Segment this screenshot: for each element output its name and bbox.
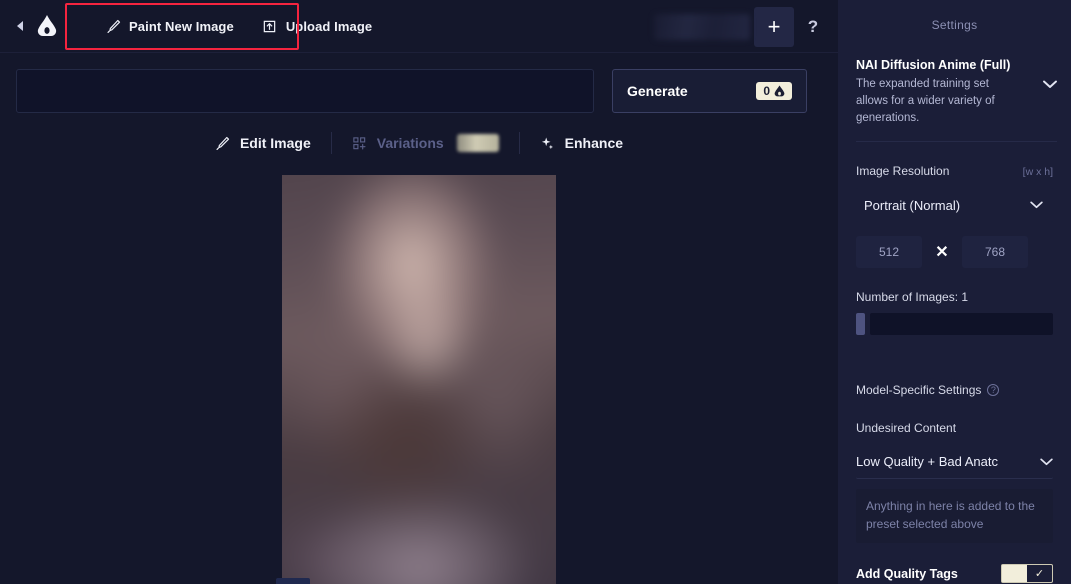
number-of-images-slider[interactable] (856, 313, 1053, 335)
model-specific-settings-header: Model-Specific Settings ? (856, 383, 1053, 397)
image-source-actions: Paint New Image Upload Image (84, 5, 393, 47)
tab-enhance[interactable]: Enhance (524, 126, 639, 160)
add-quality-tags-label: Add Quality Tags (856, 566, 958, 581)
undesired-content-label: Undesired Content (856, 421, 957, 435)
image-bottom-handle[interactable] (276, 578, 310, 584)
tab-divider-2 (518, 132, 520, 154)
obscured-account-pill (654, 13, 750, 40)
novelai-logo-icon (37, 15, 57, 37)
model-selector[interactable]: NAI Diffusion Anime (Full) The expanded … (856, 54, 1057, 142)
paint-new-image-label: Paint New Image (129, 18, 234, 34)
pencil-icon (215, 135, 231, 151)
novelai-logo-button[interactable] (32, 11, 62, 41)
undesired-content-textarea[interactable] (856, 489, 1053, 543)
undesired-content-preset-value: Low Quality + Bad Anatc (856, 454, 999, 469)
prompt-input[interactable] (16, 69, 594, 113)
width-input[interactable] (856, 236, 922, 268)
add-button[interactable]: + (754, 6, 794, 47)
anlas-count: 0 (763, 84, 770, 98)
toggle-knob: ✓ (1027, 565, 1052, 582)
chevron-left-icon (15, 20, 24, 32)
chevron-down-icon (1040, 457, 1053, 466)
image-tools-tabs: Edit Image Variations Enhance (0, 121, 838, 161)
slider-track[interactable] (870, 313, 1053, 335)
settings-panel-title: Settings (931, 18, 978, 32)
slider-handle[interactable] (856, 313, 865, 335)
model-description: The expanded training set allows for a w… (856, 78, 995, 124)
upload-icon (262, 18, 278, 34)
model-info: NAI Diffusion Anime (Full) The expanded … (856, 58, 1011, 127)
toggle-track-left (1002, 565, 1027, 582)
tab-variations-label: Variations (376, 135, 444, 151)
generate-button[interactable]: Generate 0 (612, 69, 807, 113)
upload-image-label: Upload Image (285, 18, 373, 34)
generate-label: Generate (627, 83, 688, 99)
anlas-cost-badge: 0 (756, 82, 792, 100)
info-icon[interactable]: ? (987, 384, 1000, 396)
upload-image-button[interactable]: Upload Image (251, 11, 383, 41)
number-of-images-label: Number of Images: 1 (856, 290, 969, 304)
resolution-preset-select[interactable]: Portrait (Normal) (856, 188, 1053, 222)
top-bar-right-actions: + ? (654, 0, 838, 53)
add-quality-tags-toggle[interactable]: ✓ (1001, 564, 1053, 583)
resolution-header: Image Resolution [w x h] (856, 164, 1053, 178)
add-quality-tags-row: Add Quality Tags ✓ (856, 564, 1053, 583)
grid-plus-icon (352, 135, 368, 151)
tab-divider-1 (330, 132, 332, 154)
image-canvas-area (0, 161, 838, 584)
resolution-preset-value: Portrait (Normal) (864, 197, 961, 213)
undesired-content-preset-select[interactable]: Low Quality + Bad Anatc (856, 445, 1053, 479)
tab-variations[interactable]: Variations (336, 125, 515, 161)
model-specific-settings-label: Model-Specific Settings (856, 383, 982, 397)
anlas-icon (774, 85, 785, 97)
generated-image-content (282, 175, 556, 584)
model-name: NAI Diffusion Anime (Full) (856, 58, 1011, 72)
tab-edit-image-label: Edit Image (239, 135, 311, 151)
help-button[interactable]: ? (798, 7, 828, 47)
dimension-separator-icon: ✕ (935, 244, 949, 261)
sparkle-icon (540, 135, 556, 151)
prompt-row: Generate 0 (0, 53, 838, 121)
resolution-hint: [w x h] (1022, 166, 1053, 178)
tab-edit-image[interactable]: Edit Image (199, 126, 327, 160)
chevron-down-icon (1030, 201, 1043, 209)
dimension-inputs: ✕ (856, 236, 1053, 268)
app-root: Paint New Image Upload Image + ? Generat… (0, 0, 1071, 584)
paint-new-image-button[interactable]: Paint New Image (94, 11, 245, 41)
settings-panel: Settings NAI Diffusion Anime (Full) The … (838, 0, 1071, 584)
image-resolution-label: Image Resolution (856, 164, 950, 178)
generated-image-preview[interactable] (282, 175, 556, 584)
chevron-down-icon[interactable] (1043, 58, 1057, 89)
top-bar: Paint New Image Upload Image + ? (0, 0, 838, 53)
height-input[interactable] (962, 236, 1028, 268)
sidebar-collapse-button[interactable] (8, 13, 30, 39)
brush-icon (105, 18, 121, 34)
tab-enhance-label: Enhance (564, 135, 624, 151)
resolution-section: Image Resolution [w x h] Portrait (Norma… (838, 164, 1071, 583)
variations-obscured-badge (456, 134, 499, 152)
main-column: Paint New Image Upload Image + ? Generat… (0, 0, 838, 584)
